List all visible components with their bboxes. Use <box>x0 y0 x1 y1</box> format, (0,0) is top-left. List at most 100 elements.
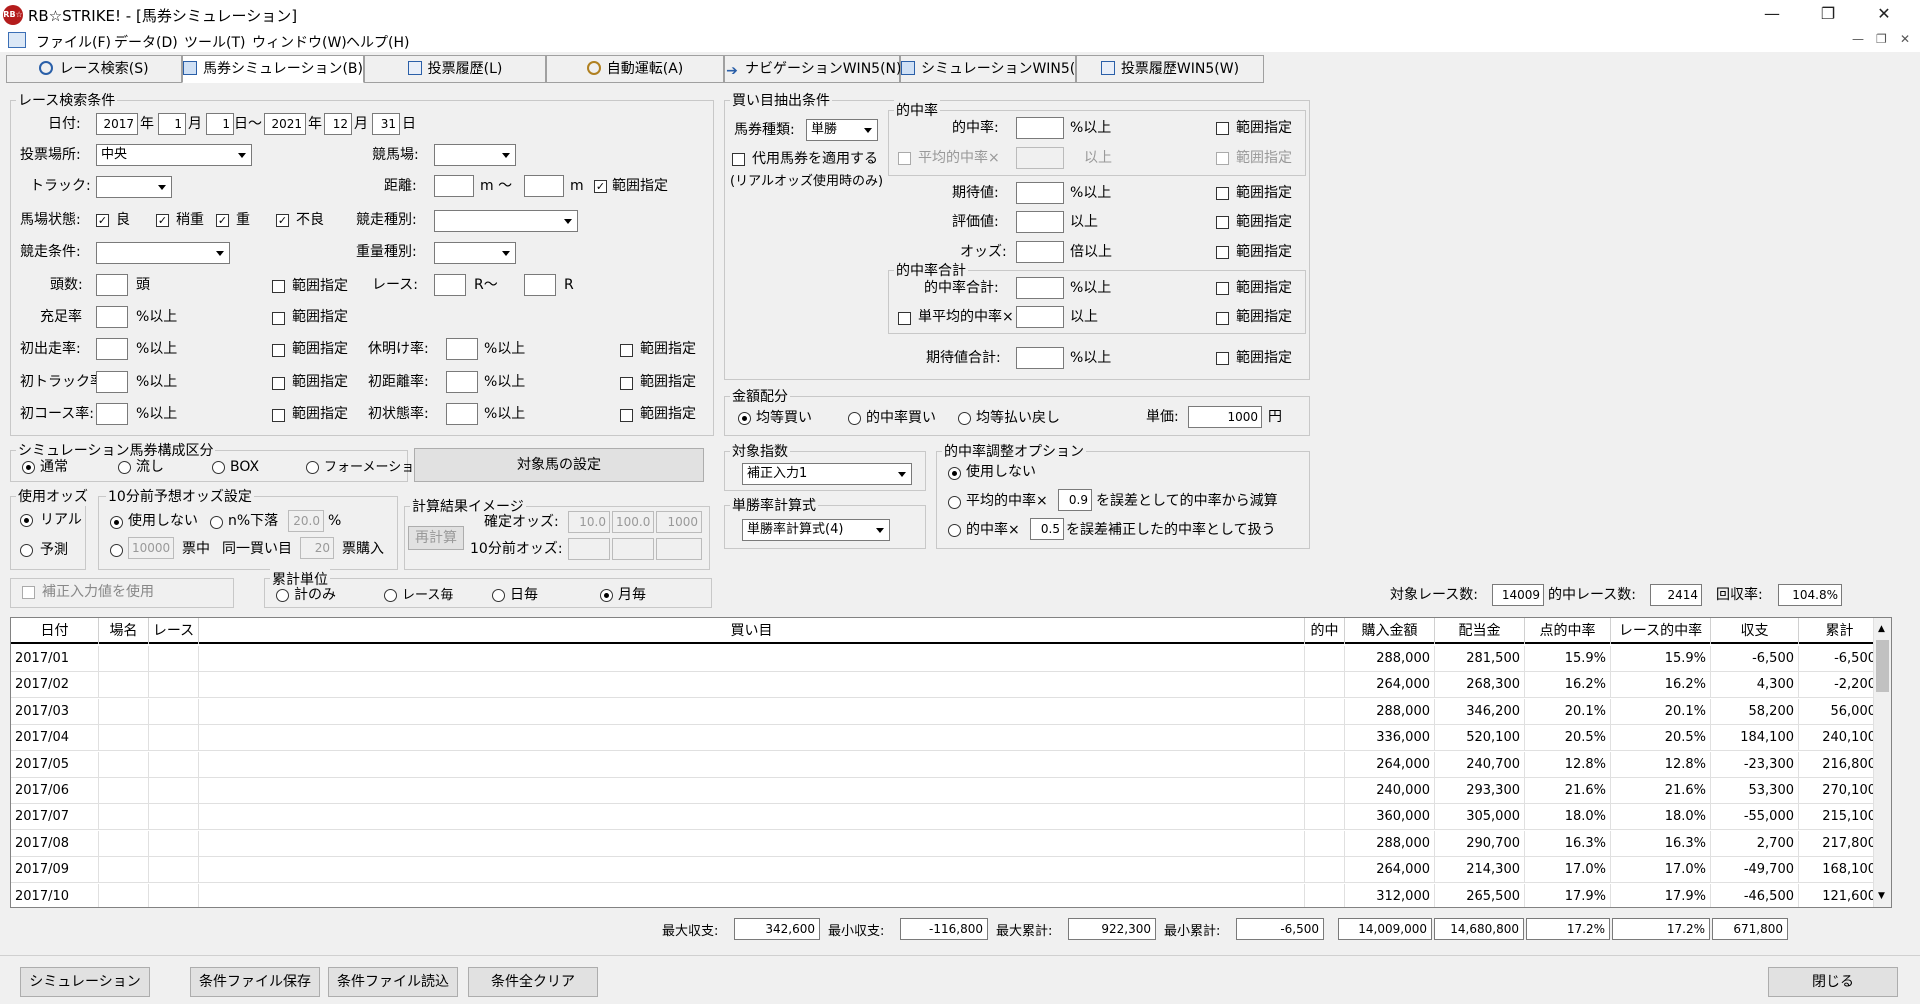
evaluation-field[interactable] <box>1016 211 1064 233</box>
tab-auto-run[interactable]: 自動運転(A) <box>546 55 724 83</box>
pre-vote-radio[interactable] <box>110 544 123 557</box>
mdi-close-icon[interactable]: ✕ <box>1900 32 1910 46</box>
agg-day-radio[interactable] <box>492 589 505 602</box>
race-condition-select[interactable] <box>96 242 230 264</box>
menu-window[interactable]: ウィンドウ(W) <box>252 32 347 52</box>
first-distance-field[interactable] <box>446 371 478 393</box>
agg-race-radio[interactable] <box>384 589 397 602</box>
scroll-down-icon[interactable]: ▼ <box>1878 891 1885 901</box>
compose-nagashi-radio[interactable] <box>118 461 131 474</box>
col-payout[interactable]: 配当金 <box>1435 618 1525 644</box>
odds-real-radio[interactable] <box>20 514 33 527</box>
agg-month-radio[interactable] <box>600 589 613 602</box>
evaluation-range-checkbox[interactable] <box>1216 216 1229 229</box>
table-row[interactable]: 2017/09 264,000 214,300 17.0% 17.0% -49,700 16… <box>11 857 1881 884</box>
table-row[interactable]: 2017/10 312,000 265,500 17.9% 17.9% -46,500 12… <box>11 883 1881 907</box>
scroll-up-icon[interactable]: ▲ <box>1878 624 1885 634</box>
expected-range-checkbox[interactable] <box>1216 187 1229 200</box>
recalculate-button[interactable]: 再計算 <box>408 526 464 550</box>
first-course-range-checkbox[interactable] <box>272 409 285 422</box>
end-year-field[interactable]: 2021 <box>264 113 306 135</box>
simulation-button[interactable]: シミュレーション <box>20 967 150 997</box>
adjust-rate-radio[interactable] <box>948 524 961 537</box>
adjust-rate-field[interactable]: 0.5 <box>1030 518 1064 540</box>
first-state-range-checkbox[interactable] <box>620 409 633 422</box>
heads-range-checkbox[interactable] <box>272 280 285 293</box>
mdi-minimize-icon[interactable]: — <box>1852 32 1864 46</box>
adjust-none-radio[interactable] <box>948 467 961 480</box>
fill-rate-range-checkbox[interactable] <box>272 312 285 325</box>
compose-normal-radio[interactable] <box>22 461 35 474</box>
table-row[interactable]: 2017/06 240,000 293,300 21.6% 21.6% 53,300 270… <box>11 778 1881 804</box>
col-buy-pattern[interactable]: 買い目 <box>199 618 1305 644</box>
tab-simulation-win5[interactable]: シミュレーションWIN5(I) <box>900 55 1085 83</box>
table-row[interactable]: 2017/04 336,000 520,100 20.5% 20.5% 184,100 24… <box>11 725 1881 752</box>
table-row[interactable]: 2017/03 288,000 346,200 20.1% 20.1% 58,200 56,… <box>11 698 1881 725</box>
start-day-field[interactable]: 1 <box>206 113 234 135</box>
mdi-document-icon[interactable] <box>8 32 26 48</box>
save-conditions-button[interactable]: 条件ファイル保存 <box>190 967 320 997</box>
single-avg-field[interactable] <box>1016 306 1064 328</box>
first-track-range-checkbox[interactable] <box>272 377 285 390</box>
hit-rate-buy-radio[interactable] <box>848 412 861 425</box>
pre-drop-radio[interactable] <box>210 516 223 529</box>
track-select[interactable] <box>96 176 172 198</box>
menu-file[interactable]: ファイル(F) <box>36 32 111 52</box>
heads-field[interactable] <box>96 274 128 296</box>
close-icon[interactable]: ✕ <box>1856 0 1912 30</box>
first-start-field[interactable] <box>96 338 128 360</box>
hit-sum-range-checkbox[interactable] <box>1216 282 1229 295</box>
rest-rate-range-checkbox[interactable] <box>620 344 633 357</box>
expected-sum-range-checkbox[interactable] <box>1216 352 1229 365</box>
cond-bad-checkbox[interactable]: ✓ <box>276 214 289 227</box>
table-row[interactable]: 2017/05 264,000 240,700 12.8% 12.8% -23,300 21… <box>11 751 1881 778</box>
table-row[interactable]: 2017/07 360,000 305,000 18.0% 18.0% -55,000 21… <box>11 804 1881 831</box>
venue-select[interactable]: 中央 <box>96 144 252 166</box>
cond-slightly-heavy-checkbox[interactable]: ✓ <box>156 214 169 227</box>
cond-good-checkbox[interactable]: ✓ <box>96 214 109 227</box>
distance-min-field[interactable] <box>434 175 474 197</box>
odds-field[interactable] <box>1016 241 1064 263</box>
restore-icon[interactable]: ❐ <box>1800 0 1856 30</box>
cond-heavy-checkbox[interactable]: ✓ <box>216 214 229 227</box>
avg-hit-range-checkbox[interactable] <box>1216 152 1229 165</box>
race-to-field[interactable] <box>524 274 556 296</box>
tab-vote-history[interactable]: 投票履歴(L) <box>364 55 546 83</box>
pre-none-radio[interactable] <box>110 516 123 529</box>
odds-predict-radio[interactable] <box>20 544 33 557</box>
start-year-field[interactable]: 2017 <box>96 113 138 135</box>
pre-buy-field[interactable]: 20 <box>300 537 334 559</box>
minimize-icon[interactable]: — <box>1744 0 1800 30</box>
weight-type-select[interactable] <box>434 242 516 264</box>
single-avg-range-checkbox[interactable] <box>1216 312 1229 325</box>
pre-drop-field[interactable]: 20.0 <box>288 510 324 532</box>
tab-navigation-win5[interactable]: ➔ ナビゲーションWIN5(N) <box>724 55 901 83</box>
tab-race-search[interactable]: レース検索(S) <box>6 55 182 83</box>
adjust-avg-radio[interactable] <box>948 496 961 509</box>
table-row[interactable]: 2017/02 264,000 268,300 16.2% 16.2% 4,300 -2,2… <box>11 672 1881 699</box>
col-race[interactable]: レース <box>149 618 199 644</box>
pre-vote-field[interactable]: 10000 <box>128 537 174 559</box>
col-hit[interactable]: 的中 <box>1305 618 1345 644</box>
single-avg-checkbox[interactable] <box>898 312 911 325</box>
hit-rate-field[interactable] <box>1016 117 1064 139</box>
close-button[interactable]: 閉じる <box>1768 967 1898 997</box>
tab-bet-simulation[interactable]: 馬券シミュレーション(B) <box>182 55 364 83</box>
col-point-hit-rate[interactable]: 点的中率 <box>1525 618 1611 644</box>
adjust-avg-field[interactable]: 0.9 <box>1058 489 1092 511</box>
first-state-field[interactable] <box>446 403 478 425</box>
fill-rate-field[interactable] <box>96 306 128 328</box>
menu-help[interactable]: ヘルプ(H) <box>346 32 409 52</box>
unit-price-field[interactable]: 1000 <box>1188 406 1262 428</box>
bet-type-select[interactable]: 単勝 <box>806 119 878 141</box>
first-distance-range-checkbox[interactable] <box>620 377 633 390</box>
col-date[interactable]: 日付 <box>11 618 99 644</box>
end-month-field[interactable]: 12 <box>324 113 352 135</box>
race-type-select[interactable] <box>434 210 578 232</box>
col-venue[interactable]: 場名 <box>99 618 149 644</box>
scroll-thumb[interactable] <box>1876 640 1889 692</box>
col-purchase[interactable]: 購入金額 <box>1345 618 1435 644</box>
avg-hit-field[interactable] <box>1016 147 1064 169</box>
compose-box-radio[interactable] <box>212 461 225 474</box>
first-track-field[interactable] <box>96 371 128 393</box>
